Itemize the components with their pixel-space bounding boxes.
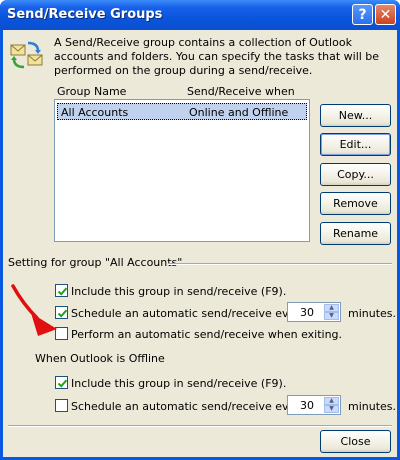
divider — [168, 263, 392, 265]
send-receive-groups-dialog: Send/Receive Groups ? ✕ A Send/Receive g… — [0, 0, 400, 460]
copy-button[interactable]: Copy... — [320, 163, 391, 186]
divider — [8, 425, 392, 427]
spin-down-icon[interactable]: ▼ — [324, 405, 339, 413]
exit-send-receive-label: Perform an automatic send/receive when e… — [71, 328, 343, 341]
title-bar[interactable]: Send/Receive Groups ? ✕ — [0, 0, 400, 30]
offline-schedule-checkbox[interactable] — [55, 399, 68, 412]
close-icon: ✕ — [379, 6, 392, 23]
offline-include-group-checkbox[interactable] — [55, 376, 68, 389]
offline-header: When Outlook is Offline — [35, 352, 165, 365]
new-button[interactable]: New... — [320, 104, 391, 127]
spinner-buttons: ▲ ▼ — [324, 304, 339, 320]
spin-up-icon[interactable]: ▲ — [324, 304, 339, 312]
list-item[interactable]: All Accounts Online and Offline — [57, 103, 307, 120]
spin-up-icon[interactable]: ▲ — [324, 397, 339, 405]
send-receive-icon — [10, 41, 43, 69]
close-window-button[interactable]: ✕ — [375, 4, 396, 25]
send-receive-when-cell: Online and Offline — [189, 106, 289, 119]
offline-schedule-label: Schedule an automatic send/receive every — [71, 400, 307, 413]
spinner-buttons: ▲ ▼ — [324, 397, 339, 413]
include-group-label: Include this group in send/receive (F9). — [71, 285, 287, 298]
minutes-label: minutes. — [348, 307, 397, 320]
settings-group-label: Setting for group "All Accounts" — [8, 256, 183, 269]
help-button[interactable]: ? — [352, 4, 373, 25]
window-title: Send/Receive Groups — [7, 7, 163, 22]
schedule-minutes-input[interactable] — [290, 305, 324, 319]
edit-button[interactable]: Edit... — [320, 133, 391, 156]
spin-down-icon[interactable]: ▼ — [324, 312, 339, 320]
column-header-send-receive-when[interactable]: Send/Receive when — [187, 85, 295, 98]
help-icon: ? — [358, 6, 367, 23]
column-header-group-name[interactable]: Group Name — [57, 85, 126, 98]
annotation-arrow-icon — [11, 284, 57, 336]
remove-button[interactable]: Remove — [320, 192, 391, 215]
group-name-cell: All Accounts — [61, 106, 129, 119]
offline-schedule-minutes-spinner[interactable]: ▲ ▼ — [287, 395, 341, 415]
schedule-minutes-spinner[interactable]: ▲ ▼ — [287, 302, 341, 322]
rename-button[interactable]: Rename — [320, 222, 391, 245]
schedule-label: Schedule an automatic send/receive every — [71, 307, 307, 320]
close-button[interactable]: Close — [320, 430, 391, 453]
checkmark-icon — [57, 379, 68, 388]
groups-listbox[interactable]: All Accounts Online and Offline — [54, 99, 310, 242]
description-text: A Send/Receive group contains a collecti… — [54, 36, 380, 77]
dialog-body: A Send/Receive group contains a collecti… — [3, 30, 397, 457]
offline-schedule-minutes-input[interactable] — [290, 398, 324, 412]
offline-minutes-label: minutes. — [348, 400, 397, 413]
offline-include-group-label: Include this group in send/receive (F9). — [71, 377, 287, 390]
